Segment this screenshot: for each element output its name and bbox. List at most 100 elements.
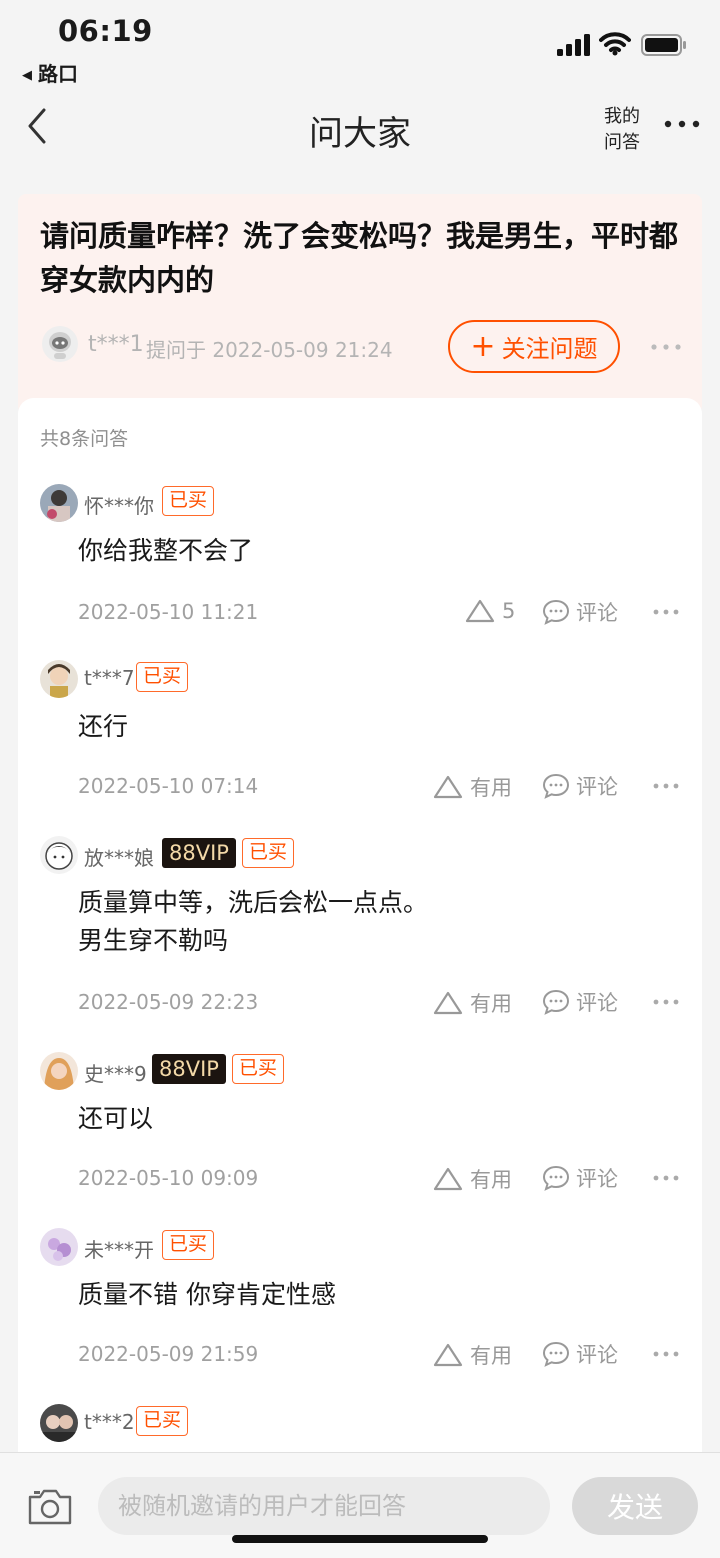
answer-text: 质量不错 你穿肯定性感 — [78, 1280, 336, 1309]
comment-label: 评论 — [576, 1343, 618, 1367]
my-qa-line1: 我的 — [604, 106, 640, 127]
like-label: 有用 — [470, 1344, 512, 1368]
status-bar: 06:19 ◀ 路口 — [0, 0, 720, 90]
back-triangle-icon: ◀ — [22, 68, 32, 83]
comment-bubble-icon — [542, 599, 570, 625]
comment-label: 评论 — [576, 1167, 618, 1191]
comment-button[interactable]: 评论 — [542, 1339, 618, 1369]
answer-item: 怀***你 已买 你给我整不会了 2022-05-10 11:21 5 评论 — [18, 484, 702, 644]
answer-text: 质量算中等，洗后会松一点点。 男生穿不勒吗 — [78, 888, 429, 955]
answers-panel: 共8条问答 怀***你 已买 你给我整不会了 2022-05-10 11:21 … — [18, 398, 702, 1458]
triangle-like-icon — [433, 1167, 463, 1191]
user-name: 怀***你 — [84, 494, 154, 518]
triangle-like-icon — [433, 991, 463, 1015]
answer-time: 2022-05-10 09:09 — [78, 1166, 259, 1190]
answer-time: 2022-05-10 07:14 — [78, 774, 259, 798]
answer-input[interactable] — [98, 1477, 550, 1535]
comment-button[interactable]: 评论 — [542, 1163, 618, 1193]
bought-badge: 已买 — [136, 1406, 189, 1436]
answer-text: 还可以 — [78, 1104, 154, 1133]
user-name: t***7 — [84, 666, 135, 690]
camera-icon[interactable] — [26, 1487, 74, 1527]
home-indicator[interactable] — [232, 1535, 488, 1543]
comment-label: 评论 — [576, 991, 618, 1015]
answer-time: 2022-05-10 11:21 — [78, 600, 259, 624]
asker-avatar — [42, 326, 78, 362]
triangle-like-icon — [465, 599, 495, 623]
avatar — [40, 1404, 78, 1442]
avatar — [40, 1052, 78, 1090]
comment-bubble-icon — [542, 773, 570, 799]
bought-badge: 已买 — [232, 1054, 285, 1084]
triangle-like-icon — [433, 1343, 463, 1367]
comment-button[interactable]: 评论 — [542, 987, 618, 1017]
answer-time: 2022-05-09 22:23 — [78, 990, 259, 1014]
bought-badge: 已买 — [162, 486, 215, 516]
back-to-app-link[interactable]: ◀ 路口 — [22, 58, 78, 87]
vip-badge: 88VIP — [162, 838, 236, 868]
user-name: 放***娘 — [84, 846, 154, 870]
bought-badge: 已买 — [162, 1230, 215, 1260]
nav-bar: 问大家 我的 问答 — [0, 90, 720, 170]
avatar — [40, 484, 78, 522]
send-button[interactable]: 发送 — [572, 1477, 698, 1535]
bottom-input-bar: 发送 — [0, 1452, 720, 1558]
battery-icon — [641, 34, 686, 56]
asker-name: t***1 — [88, 332, 144, 357]
follow-question-button[interactable]: + 关注问题 — [448, 320, 620, 373]
wifi-icon — [599, 32, 631, 56]
like-button[interactable]: 有用 — [432, 772, 512, 802]
like-button[interactable]: 有用 — [432, 1340, 512, 1370]
comment-bubble-icon — [542, 989, 570, 1015]
plus-icon: + — [470, 328, 496, 364]
answer-item: t***7 已买 还行 2022-05-10 07:14 有用 评论 — [18, 660, 702, 820]
answer-item: 未***开 已买 质量不错 你穿肯定性感 2022-05-09 21:59 有用… — [18, 1228, 702, 1388]
user-name: 史***9 — [84, 1062, 147, 1086]
question-card: 请问质量咋样？洗了会变松吗？我是男生，平时都穿女款内内的 t***1 提问于 2… — [18, 194, 702, 414]
cellular-signal-icon — [557, 34, 590, 56]
like-label: 5 — [502, 599, 516, 623]
user-name: t***2 — [84, 1410, 135, 1434]
question-more-icon[interactable] — [650, 342, 682, 352]
comment-button[interactable]: 评论 — [542, 771, 618, 801]
comment-bubble-icon — [542, 1341, 570, 1367]
answer-more-icon[interactable] — [652, 782, 680, 790]
like-label: 有用 — [470, 776, 512, 800]
avatar — [40, 836, 78, 874]
bought-badge: 已买 — [136, 662, 189, 692]
my-qa-button[interactable]: 我的 问答 — [604, 104, 644, 156]
answer-more-icon[interactable] — [652, 998, 680, 1006]
asked-date: 提问于 2022-05-09 21:24 — [146, 338, 393, 362]
bought-badge: 已买 — [242, 838, 295, 868]
like-label: 有用 — [470, 1168, 512, 1192]
more-icon[interactable] — [662, 114, 702, 134]
like-label: 有用 — [470, 992, 512, 1016]
answer-item: 史***9 88VIP 已买 还可以 2022-05-10 09:09 有用 评… — [18, 1052, 702, 1212]
avatar — [40, 1228, 78, 1266]
comment-bubble-icon — [542, 1165, 570, 1191]
answer-more-icon[interactable] — [652, 1350, 680, 1358]
user-name: 未***开 — [84, 1238, 154, 1262]
answer-item: t***2 已买 — [18, 1404, 702, 1458]
comment-button[interactable]: 评论 — [542, 597, 618, 627]
answer-more-icon[interactable] — [652, 608, 680, 616]
answer-time: 2022-05-09 21:59 — [78, 1342, 259, 1366]
comment-label: 评论 — [576, 775, 618, 799]
follow-label: 关注问题 — [501, 335, 598, 363]
answer-text: 你给我整不会了 — [78, 536, 254, 565]
answer-text: 还行 — [78, 712, 129, 741]
back-app-label: 路口 — [38, 62, 78, 86]
avatar — [40, 660, 78, 698]
my-qa-line2: 问答 — [604, 132, 640, 153]
status-time: 06:19 — [58, 14, 153, 48]
vip-badge: 88VIP — [152, 1054, 226, 1084]
like-button[interactable]: 有用 — [432, 988, 512, 1018]
question-text: 请问质量咋样？洗了会变松吗？我是男生，平时都穿女款内内的 — [40, 219, 679, 297]
answers-count: 共8条问答 — [40, 428, 129, 450]
like-button[interactable]: 5 — [464, 598, 515, 624]
triangle-like-icon — [433, 775, 463, 799]
like-button[interactable]: 有用 — [432, 1164, 512, 1194]
answer-more-icon[interactable] — [652, 1174, 680, 1182]
answer-item: 放***娘 88VIP 已买 质量算中等，洗后会松一点点。 男生穿不勒吗 202… — [18, 836, 702, 1036]
comment-label: 评论 — [576, 601, 618, 625]
